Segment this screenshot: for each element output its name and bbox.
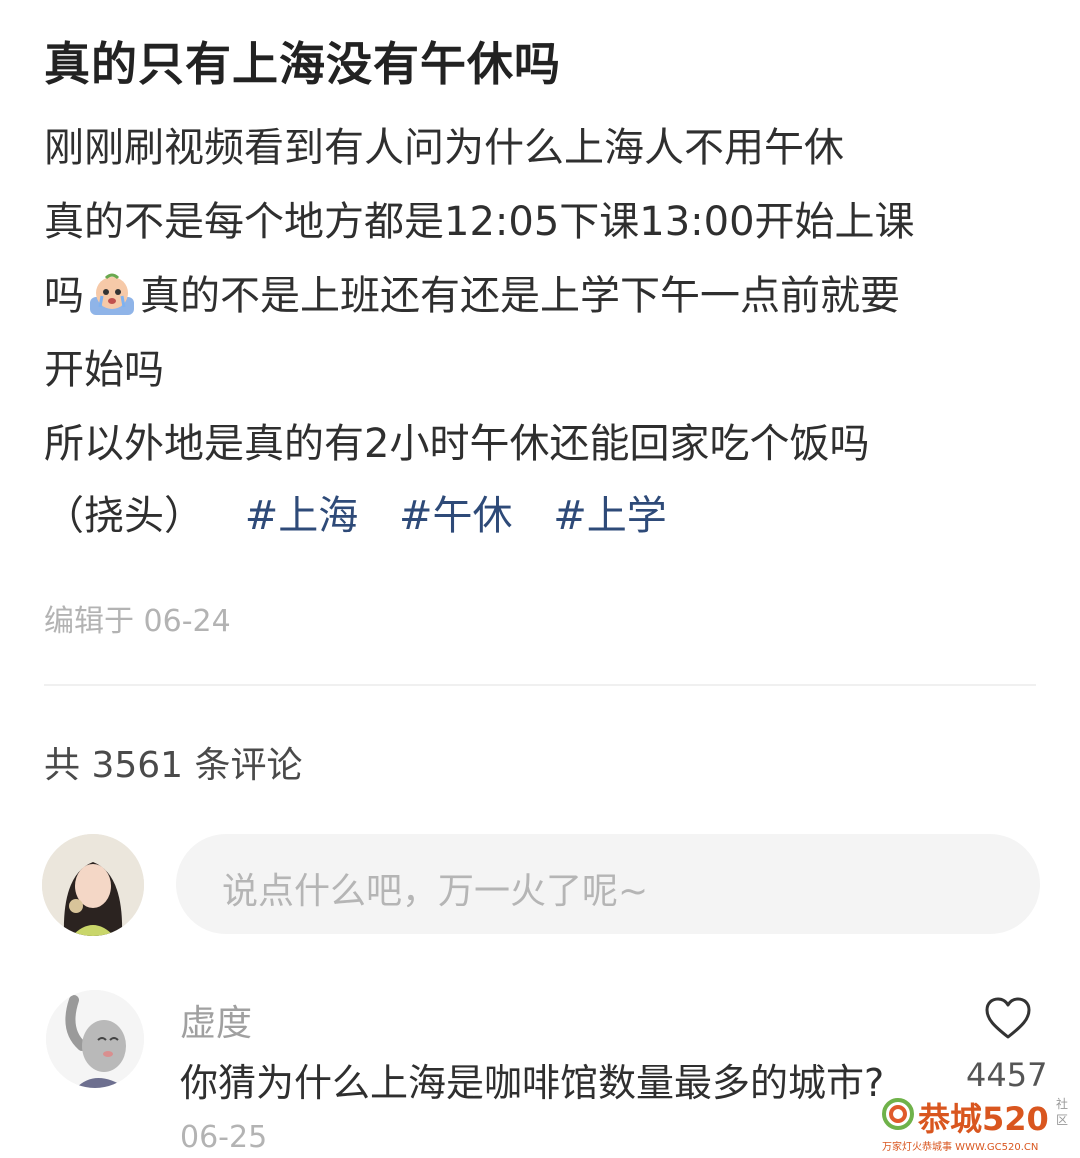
like-count: 4457 (966, 1056, 1048, 1094)
watermark-side: 社区 (1056, 1097, 1069, 1127)
post-body-line-1: 刚刚刷视频看到有人问为什么上海人不用午休 (44, 125, 844, 171)
watermark-main: 恭城520 (918, 1100, 1049, 1138)
comment-input[interactable]: 说点什么吧，万一火了呢~ (176, 834, 1040, 934)
post-body-line-3-prefix: 吗 (44, 273, 84, 319)
heart-icon[interactable] (984, 996, 1032, 1040)
watermark-logo: 恭城520 社区 万家灯火恭城事 WWW.GC520.CN (880, 1092, 1076, 1156)
post-body-aside: （挠头） (44, 493, 204, 539)
post-body-line-3: 吗 真的不是上班还有还是上学下午一点前就要 (44, 270, 900, 322)
comment-count: 共 3561 条评论 (44, 745, 303, 786)
my-avatar[interactable] (42, 834, 144, 936)
post-body-line-6: （挠头） #上海 #午休 #上学 (44, 490, 667, 542)
post-body-line-3-text: 真的不是上班还有还是上学下午一点前就要 (140, 273, 900, 319)
comment-date: 06-25 (180, 1120, 268, 1155)
commenter-avatar[interactable] (46, 990, 144, 1088)
user-portrait-icon (42, 834, 144, 936)
edited-date: 编辑于 06-24 (44, 604, 231, 639)
tag-lunch-break[interactable]: #午休 (399, 493, 513, 539)
post-body-line-5: 所以外地是真的有2小时午休还能回家吃个饭吗 (44, 421, 870, 467)
tag-school[interactable]: #上学 (553, 493, 667, 539)
watermark-sub: 万家灯火恭城事 WWW.GC520.CN (882, 1142, 1039, 1153)
tag-shanghai[interactable]: #上海 (245, 493, 359, 539)
post-body-line-4: 开始吗 (44, 347, 164, 393)
post-page: 真的只有上海没有午休吗 刚刚刷视频看到有人问为什么上海人不用午休 真的不是每个地… (0, 0, 1080, 1158)
post-title: 真的只有上海没有午休吗 (44, 37, 561, 91)
divider (44, 684, 1036, 686)
rabbit-avatar-icon (46, 990, 144, 1088)
comment-text: 你猜为什么上海是咖啡馆数量最多的城市? (180, 1061, 885, 1105)
crying-face-emoji-icon (90, 273, 134, 315)
commenter-name[interactable]: 虚度 (180, 994, 252, 1046)
post-body-line-2: 真的不是每个地方都是12:05下课13:00开始上课 (44, 199, 915, 245)
comment-input-placeholder: 说点什么吧，万一火了呢~ (222, 871, 649, 912)
